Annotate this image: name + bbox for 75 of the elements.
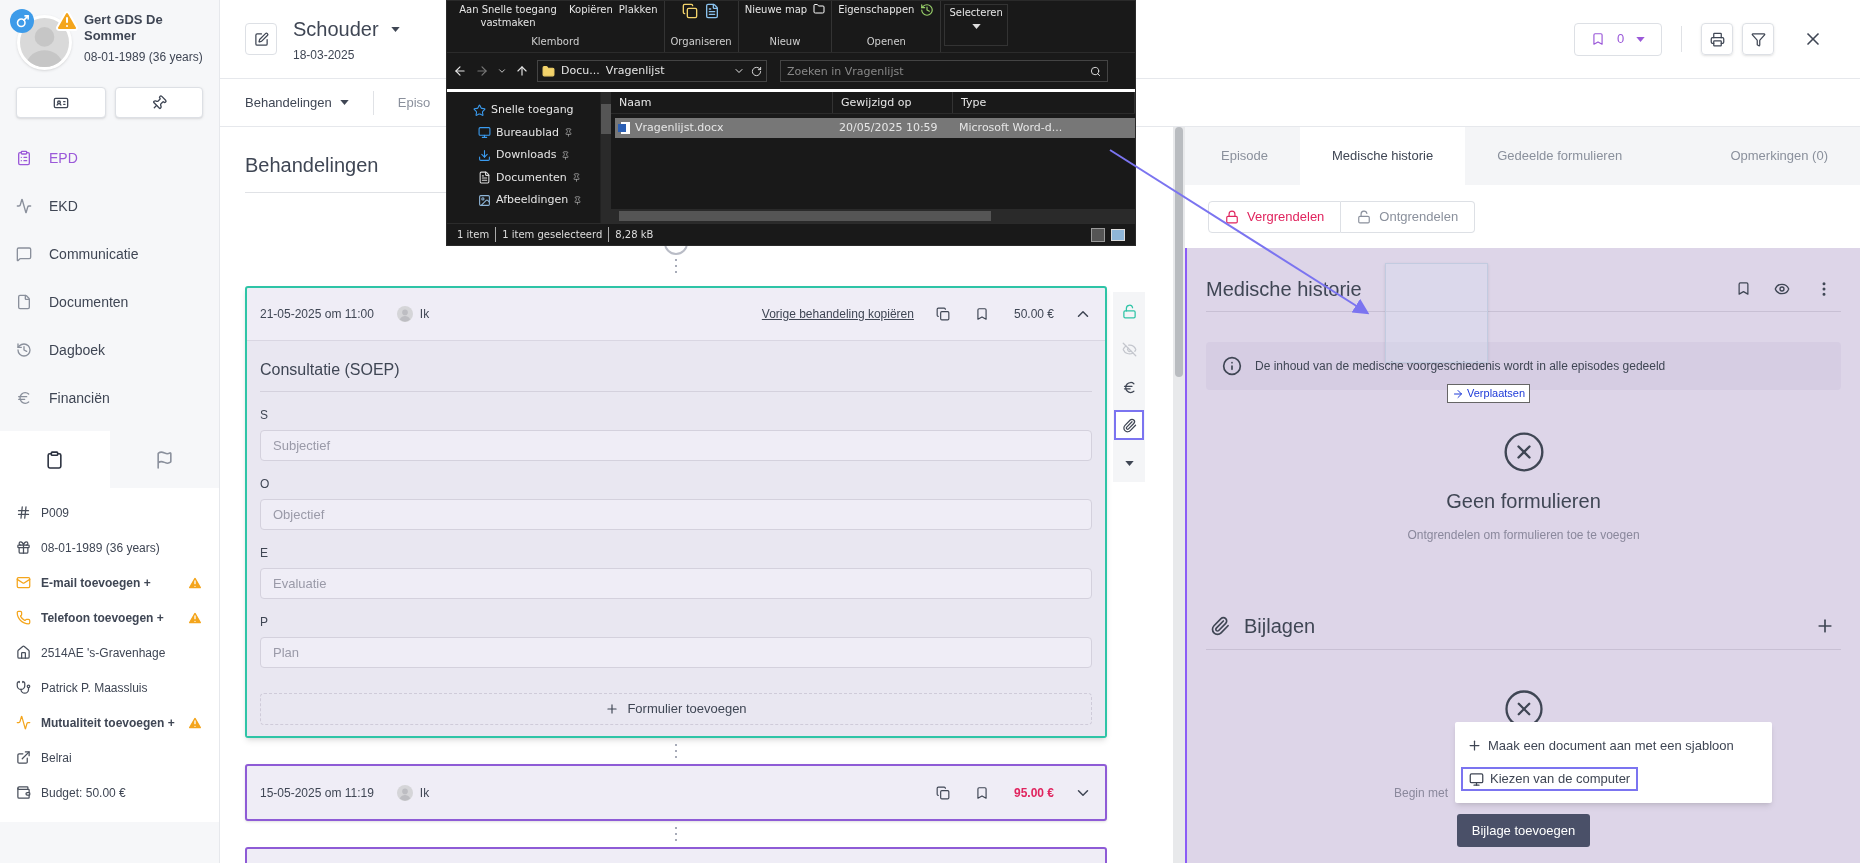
column-header[interactable]: Naam: [611, 92, 833, 113]
nav-item[interactable]: Financiën: [0, 374, 219, 422]
empty-text: Begin met: [1394, 786, 1449, 800]
navigation-item[interactable]: Snelle toegang: [473, 102, 600, 119]
treatment-user: Ik: [419, 784, 430, 802]
nav-item[interactable]: Documenten: [0, 278, 219, 326]
lock-button[interactable]: Vergrendelen: [1208, 200, 1342, 233]
field-label: P: [260, 614, 269, 631]
ribbon-group-label: Nieuw: [769, 35, 801, 49]
copy-previous-link[interactable]: Vorige behandeling kopiëren: [761, 305, 914, 323]
add-form-button[interactable]: Formulier toevoegen: [260, 693, 1092, 725]
nav-item[interactable]: Dagboek: [0, 326, 219, 374]
form-input[interactable]: Subjectief: [260, 430, 1092, 461]
ribbon-button[interactable]: Kopiëren: [569, 3, 613, 16]
path-segment[interactable]: Vragenlijst: [605, 62, 665, 80]
field-label: O: [260, 476, 271, 493]
treatment-date: 15-05-2025 om 11:19: [260, 784, 374, 802]
form-input[interactable]: Objectief: [260, 499, 1092, 530]
form-input[interactable]: Plan: [260, 637, 1092, 668]
page-date: 18-03-2025: [293, 47, 356, 64]
patient-name: Gert GDS De Sommer: [84, 12, 164, 44]
empty-subtitle: Ontgrendelen om formulieren toe te voegen: [1407, 527, 1640, 544]
nav-item[interactable]: EKD: [0, 182, 219, 230]
menu-item[interactable]: Maak een document aan met een sjabloon: [1461, 734, 1740, 758]
address-bar[interactable]: Docu... Vragenlijst: [537, 60, 767, 82]
patient-info-text: 2514AE 's-Gravenhage: [41, 644, 166, 662]
patient-info-text: Patrick P. Maassluis: [41, 679, 148, 697]
treatment-price: 95.00 €: [1013, 784, 1054, 802]
ribbon-group-label: Organiseren: [670, 35, 732, 49]
patient-info-text[interactable]: Telefoon toevoegen +: [41, 608, 164, 627]
field-label: S: [260, 407, 269, 424]
status-text: 1 item: [457, 227, 497, 242]
status-text: 1 item geselecteerd: [502, 227, 610, 242]
menu-item[interactable]: Kiezen van de computer: [1461, 767, 1639, 791]
select-button[interactable]: Selecteren: [944, 4, 1008, 46]
navigation-item[interactable]: Downloads: [473, 147, 600, 164]
column-header[interactable]: Gewijzigd op: [833, 92, 953, 113]
patient-birthdate: 08-01-1989 (36 years): [84, 49, 204, 66]
empty-title: Geen formulieren: [1446, 489, 1601, 514]
treatment-date: 21-05-2025 om 11:00: [260, 306, 374, 323]
path-segment[interactable]: Docu...: [561, 62, 600, 80]
search-field[interactable]: Zoeken in Vragenlijst: [780, 60, 1108, 82]
treatment-user: Ik: [419, 306, 430, 323]
ribbon-group-label: Openen: [866, 35, 906, 49]
ribbon-button[interactable]: Eigenschappen: [838, 3, 915, 16]
navigation-item[interactable]: Bureaublad: [473, 124, 600, 141]
nav-item[interactable]: EPD: [0, 134, 219, 182]
patient-info-text: Budget: 50.00 €: [41, 784, 126, 802]
ribbon-button[interactable]: Aan Snelle toegang vastmaken: [453, 3, 563, 29]
patient-info-text: P009: [41, 504, 70, 522]
section-title: Bijlagen: [1244, 613, 1316, 639]
page-title: Schouder: [293, 17, 379, 42]
info-text: De inhoud van de medische voorgeschiedenis wordt in alle episodes gedeeld: [1255, 358, 1666, 375]
form-input[interactable]: Evaluatie: [260, 568, 1092, 599]
patient-info-text: 08-01-1989 (36 years): [41, 539, 160, 557]
bookmark-dropdown[interactable]: 0: [1574, 22, 1662, 56]
patient-info-text[interactable]: E-mail toevoegen +: [41, 573, 151, 592]
ribbon-button[interactable]: Plakken: [618, 3, 658, 16]
treatment-price: 50.00 €: [1013, 306, 1054, 323]
patient-info-text: Belrai: [41, 749, 72, 767]
ribbon-button[interactable]: Nieuwe map: [744, 3, 808, 16]
column-header[interactable]: Type: [953, 92, 1135, 113]
subnav-dropdown[interactable]: Behandelingen: [245, 92, 349, 113]
drag-tooltip: Verplaatsen: [1447, 384, 1531, 403]
navigation-item[interactable]: Documenten: [473, 169, 600, 186]
form-title: Consultatie (SOEP): [260, 358, 1092, 392]
field-label: E: [260, 545, 269, 562]
add-attachment-button[interactable]: Bijlage toevoegen: [1456, 814, 1591, 847]
nav-item[interactable]: Communicatie: [0, 230, 219, 278]
file-row[interactable]: Vragenlijst.docx 20/05/2025 10:59 Microsoft Word-d...: [615, 118, 1135, 138]
patient-info-text[interactable]: Mutualiteit toevoegen +: [41, 713, 175, 732]
ribbon-group-label: Klembord: [531, 35, 580, 49]
status-text: 8,28 kB: [615, 228, 654, 242]
navigation-item[interactable]: Afbeeldingen: [473, 192, 600, 209]
tab[interactable]: Medische historie: [1300, 127, 1466, 185]
